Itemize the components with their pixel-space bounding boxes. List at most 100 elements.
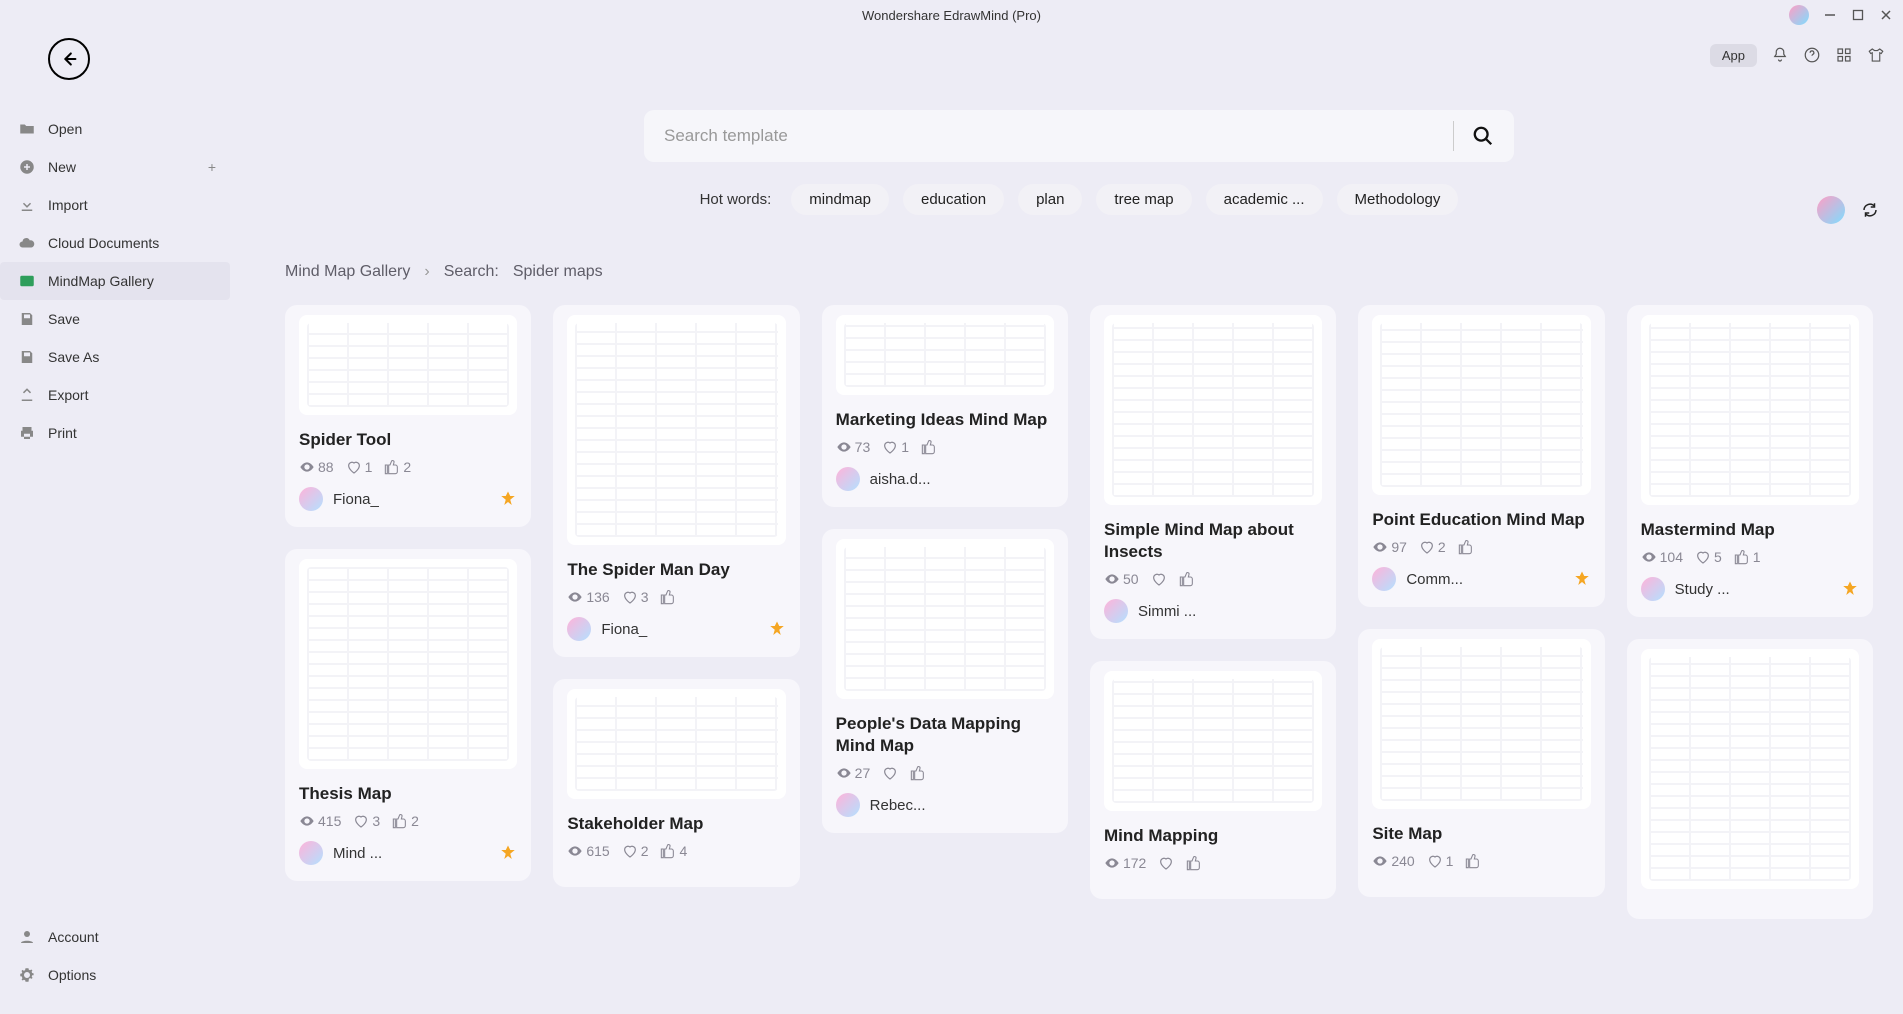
card-author: Simmi ... xyxy=(1104,599,1322,623)
maximize-icon[interactable] xyxy=(1851,8,1865,22)
gallery-card[interactable]: Site Map2401 xyxy=(1358,629,1604,897)
card-stats: 2401 xyxy=(1372,853,1590,869)
views-stat: 172 xyxy=(1104,855,1146,871)
author-name: Simmi ... xyxy=(1138,603,1322,620)
card-stats: 136 3 xyxy=(567,589,785,605)
sidebar-item-label: Print xyxy=(48,425,77,441)
sidebar-item-cloud[interactable]: Cloud Documents xyxy=(0,224,230,262)
sidebar-item-new[interactable]: New + xyxy=(0,148,230,186)
breadcrumb-root[interactable]: Mind Map Gallery xyxy=(285,263,410,281)
likes-stat: 2 xyxy=(622,843,649,859)
gallery-card[interactable]: Mastermind Map10451Study ... xyxy=(1627,305,1873,617)
sidebar-item-open[interactable]: Open xyxy=(0,110,230,148)
gallery-card[interactable]: People's Data Mapping Mind Map27Rebec... xyxy=(822,529,1068,833)
gold-badge-icon xyxy=(768,620,786,638)
gallery-card[interactable]: Spider Tool8812Fiona_ xyxy=(285,305,531,527)
card-stats: 172 xyxy=(1104,855,1322,871)
author-avatar xyxy=(1104,599,1128,623)
card-title: Mastermind Map xyxy=(1641,519,1859,541)
grid-icon[interactable] xyxy=(1835,46,1853,64)
author-avatar xyxy=(836,467,860,491)
shirt-icon[interactable] xyxy=(1867,46,1885,64)
thumbs-stat xyxy=(921,439,937,455)
card-thumbnail xyxy=(836,539,1054,699)
user-avatar[interactable] xyxy=(1789,5,1809,25)
sidebar-item-export[interactable]: Export xyxy=(0,376,230,414)
hot-chip[interactable]: plan xyxy=(1018,184,1082,215)
thumbs-stat xyxy=(1186,855,1202,871)
sidebar-item-saveas[interactable]: Save As xyxy=(0,338,230,376)
bell-icon[interactable] xyxy=(1771,46,1789,64)
search-box xyxy=(644,110,1514,162)
card-thumbnail xyxy=(1641,315,1859,505)
thumbs-stat xyxy=(1465,853,1481,869)
card-title: Mind Mapping xyxy=(1104,825,1322,847)
hot-chip[interactable]: academic ... xyxy=(1206,184,1323,215)
gallery-card[interactable]: Stakeholder Map61524 xyxy=(553,679,799,887)
gallery-card[interactable]: Simple Mind Map about Insects50Simmi ... xyxy=(1090,305,1336,639)
author-name: Fiona_ xyxy=(601,621,757,638)
card-author: Rebec... xyxy=(836,793,1054,817)
author-avatar xyxy=(299,487,323,511)
close-icon[interactable] xyxy=(1879,8,1893,22)
gallery-card[interactable] xyxy=(1627,639,1873,919)
card-thumbnail xyxy=(1104,671,1322,811)
card-thumbnail xyxy=(836,315,1054,395)
views-stat: 88 xyxy=(299,459,334,475)
hot-chip[interactable]: tree map xyxy=(1096,184,1191,215)
views-stat: 240 xyxy=(1372,853,1414,869)
back-button[interactable] xyxy=(48,38,90,80)
thumbs-stat xyxy=(1179,571,1195,587)
thumbs-stat xyxy=(910,765,926,781)
breadcrumb-query: Spider maps xyxy=(513,263,603,281)
hot-chip[interactable]: education xyxy=(903,184,1004,215)
gallery-card[interactable]: Mind Mapping 172 xyxy=(1090,661,1336,899)
card-stats: 50 xyxy=(1104,571,1322,587)
thumbs-stat: 2 xyxy=(384,459,411,475)
gallery: Spider Tool8812Fiona_Thesis Map41532Mind… xyxy=(285,305,1873,941)
chevron-right-icon: › xyxy=(424,263,429,281)
card-title: People's Data Mapping Mind Map xyxy=(836,713,1054,757)
views-stat: 73 xyxy=(836,439,871,455)
sidebar-item-import[interactable]: Import xyxy=(0,186,230,224)
gallery-icon xyxy=(18,272,36,290)
gold-badge-icon xyxy=(499,844,517,862)
print-icon xyxy=(18,424,36,442)
author-name: Rebec... xyxy=(870,797,1054,814)
author-name: Study ... xyxy=(1675,581,1831,598)
card-author: Fiona_ xyxy=(567,617,785,641)
likes-stat: 3 xyxy=(622,589,649,605)
gallery-card[interactable]: Point Education Mind Map972Comm... xyxy=(1358,305,1604,607)
card-thumbnail xyxy=(567,689,785,799)
toolbar: App xyxy=(0,30,1903,80)
sync-icon[interactable] xyxy=(1861,201,1879,219)
sidebar-item-label: MindMap Gallery xyxy=(48,273,154,289)
likes-stat: 3 xyxy=(353,813,380,829)
hot-chip[interactable]: mindmap xyxy=(791,184,889,215)
help-icon[interactable] xyxy=(1803,46,1821,64)
gold-badge-icon xyxy=(1573,570,1591,588)
sidebar: Open New + Import Cloud Documents MindMa… xyxy=(0,80,230,1014)
sidebar-item-options[interactable]: Options xyxy=(0,956,230,994)
app-badge[interactable]: App xyxy=(1710,44,1757,67)
gallery-card[interactable]: Thesis Map41532Mind ... xyxy=(285,549,531,881)
sidebar-item-print[interactable]: Print xyxy=(0,414,230,452)
sidebar-item-label: Options xyxy=(48,967,96,983)
card-thumbnail xyxy=(567,315,785,545)
author-name: Comm... xyxy=(1406,571,1562,588)
search-input[interactable] xyxy=(664,126,1435,146)
hotwords-label: Hot words: xyxy=(700,191,772,208)
gallery-card[interactable]: Marketing Ideas Mind Map731aisha.d... xyxy=(822,305,1068,507)
search-icon[interactable] xyxy=(1472,125,1494,147)
gallery-card[interactable]: The Spider Man Day1363Fiona_ xyxy=(553,305,799,657)
user-avatar[interactable] xyxy=(1817,196,1845,224)
hot-chip[interactable]: Methodology xyxy=(1337,184,1459,215)
sidebar-item-account[interactable]: Account xyxy=(0,918,230,956)
views-stat: 136 xyxy=(567,589,609,605)
sidebar-item-save[interactable]: Save xyxy=(0,300,230,338)
plus-icon[interactable]: + xyxy=(208,159,216,175)
minimize-icon[interactable] xyxy=(1823,8,1837,22)
author-avatar xyxy=(1372,567,1396,591)
sidebar-item-gallery[interactable]: MindMap Gallery xyxy=(0,262,230,300)
author-name: Fiona_ xyxy=(333,491,489,508)
